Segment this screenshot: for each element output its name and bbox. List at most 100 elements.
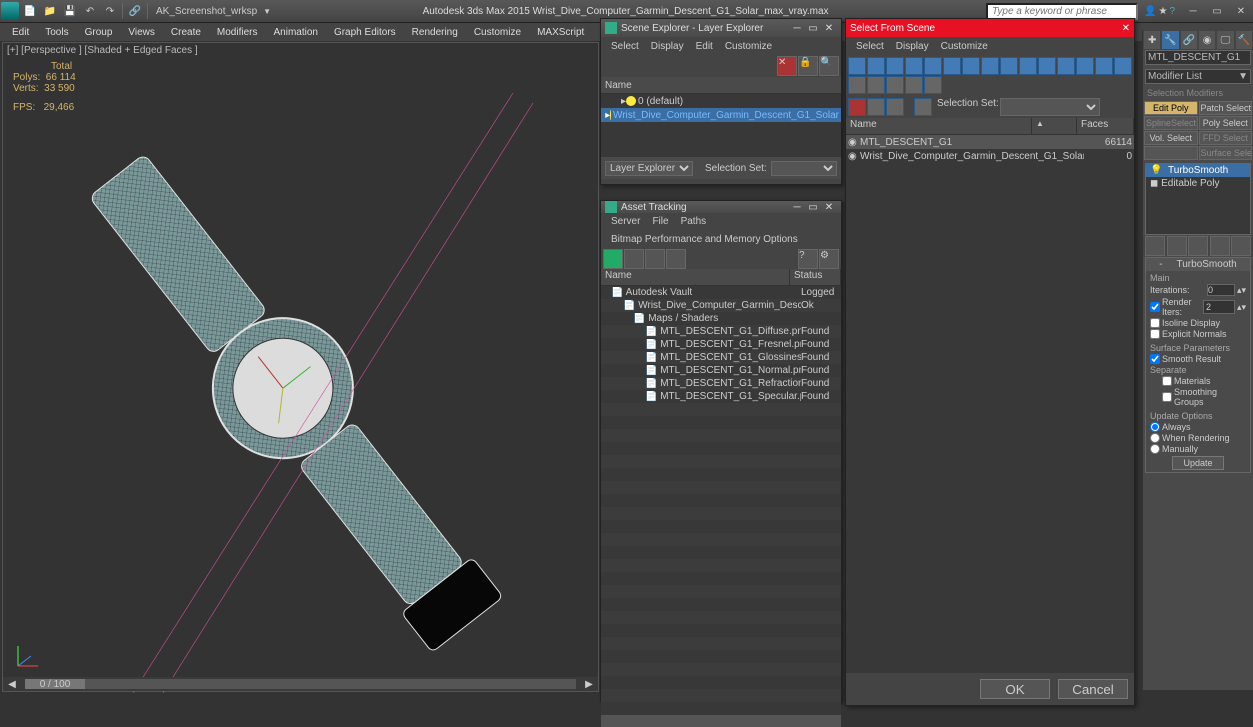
poly-select-button[interactable]: Poly Select (1199, 116, 1253, 130)
spline-select-button[interactable]: SplineSelect (1144, 116, 1198, 130)
asset-tracking-titlebar[interactable]: Asset Tracking ─ ▭ ✕ (601, 201, 841, 213)
asset-row[interactable]: 📄 MTL_DESCENT_G1_Fresnel.pngFound (601, 338, 841, 351)
filter-type-icon[interactable] (962, 57, 980, 75)
at-menu-item[interactable]: Paths (675, 213, 713, 231)
when-rendering-radio[interactable] (1150, 433, 1160, 443)
asset-row[interactable]: 📄 MTL_DESCENT_G1_Refraction.pngFound (601, 377, 841, 390)
view-mode-icon[interactable] (924, 76, 942, 94)
always-radio[interactable] (1150, 422, 1160, 432)
surface-select-button[interactable]: Surface Select (1199, 146, 1253, 160)
asset-table[interactable]: Name Status 📄 Autodesk VaultLogged📄 Wris… (601, 269, 841, 727)
open-icon[interactable]: 📁 (41, 2, 59, 20)
render-iters-checkbox[interactable] (1150, 302, 1160, 312)
sfs-menu-display[interactable]: Display (890, 39, 935, 54)
panel-min-icon[interactable]: ─ (789, 23, 805, 34)
create-tab-icon[interactable]: ✚ (1143, 30, 1161, 50)
ok-button[interactable]: OK (980, 679, 1050, 699)
minimize-button[interactable]: ─ (1181, 2, 1205, 20)
help-icon[interactable]: ? (798, 249, 818, 269)
cancel-button[interactable]: Cancel (1058, 679, 1128, 699)
col-faces[interactable]: Faces (1077, 118, 1134, 134)
close-icon[interactable]: ✕ (777, 56, 797, 76)
at-menu-item[interactable]: Server (605, 213, 646, 231)
redo-icon[interactable]: ↷ (101, 2, 119, 20)
workspace-dropdown[interactable]: AK_Screenshot_wrksp (150, 6, 263, 17)
menu-views[interactable]: Views (120, 25, 163, 40)
object-name-field[interactable]: MTL_DESCENT_G1 (1145, 50, 1251, 65)
select-from-scene-titlebar[interactable]: Select From Scene ✕ (846, 19, 1134, 37)
remove-icon[interactable] (1210, 236, 1230, 256)
selection-set-dropdown[interactable] (771, 161, 837, 176)
tree-header-name[interactable]: Name (601, 77, 841, 94)
smooth-result-checkbox[interactable] (1150, 354, 1160, 364)
filter-type-icon[interactable] (1019, 57, 1037, 75)
filter-type-icon[interactable] (1057, 57, 1075, 75)
vol-select-button[interactable]: Vol. Select (1144, 131, 1198, 145)
utilities-tab-icon[interactable]: 🔨 (1235, 30, 1253, 50)
se-menu-display[interactable]: Display (645, 39, 690, 54)
asset-row[interactable]: 📄 Maps / Shaders (601, 312, 841, 325)
filter-type-icon[interactable] (943, 57, 961, 75)
filter-type-icon[interactable] (1114, 57, 1132, 75)
ffd-select-button[interactable]: FFD Select (1199, 131, 1253, 145)
filter-type-icon[interactable] (924, 57, 942, 75)
object-list-row[interactable]: ◉Wrist_Dive_Computer_Garmin_Descent_G1_S… (846, 149, 1134, 163)
view-mode-icon[interactable] (867, 76, 885, 94)
display-tab-icon[interactable]: 🖵 (1216, 30, 1234, 50)
menu-maxscript[interactable]: MAXScript (529, 25, 592, 40)
panel-close-icon[interactable]: ✕ (821, 202, 837, 213)
rollout-title[interactable]: - TurboSmooth (1146, 258, 1250, 271)
col-name[interactable]: Name (601, 269, 790, 285)
materials-checkbox[interactable] (1162, 376, 1172, 386)
filter-type-icon[interactable] (1076, 57, 1094, 75)
isoline-checkbox[interactable] (1150, 318, 1160, 328)
explicit-checkbox[interactable] (1150, 329, 1160, 339)
menu-graph-editors[interactable]: Graph Editors (326, 25, 404, 40)
view-mode-icon[interactable] (848, 76, 866, 94)
view-mode-icon[interactable] (905, 76, 923, 94)
save-icon[interactable]: 💾 (61, 2, 79, 20)
panel-max-icon[interactable]: ▭ (805, 202, 821, 213)
menu-group[interactable]: Group (77, 25, 121, 40)
modifier-list-dropdown[interactable]: Modifier List▼ (1145, 69, 1251, 84)
scene-tree[interactable]: Name ▸0 (default)▸Wrist_Dive_Computer_Ga… (601, 77, 841, 157)
object-list[interactable]: ◉MTL_DESCENT_G166114◉Wrist_Dive_Computer… (846, 135, 1134, 673)
restore-button[interactable]: ▭ (1205, 2, 1229, 20)
sign-in-icon[interactable]: 👤 (1144, 6, 1156, 17)
col-name[interactable]: Name (846, 118, 1032, 134)
find-icon[interactable] (886, 98, 904, 116)
se-menu-select[interactable]: Select (605, 39, 645, 54)
filter-type-icon[interactable] (981, 57, 999, 75)
close-icon[interactable] (848, 98, 866, 116)
at-menu-item[interactable]: File (646, 213, 674, 231)
panel-close-icon[interactable]: ✕ (1122, 23, 1130, 34)
menu-customize[interactable]: Customize (466, 25, 529, 40)
panel-max-icon[interactable]: ▭ (805, 23, 821, 34)
undo-icon[interactable]: ↶ (81, 2, 99, 20)
search-icon[interactable]: 🔍 (819, 56, 839, 76)
sfs-menu-customize[interactable]: Customize (935, 39, 994, 54)
view1-icon[interactable] (624, 249, 644, 269)
filter-type-icon[interactable] (886, 57, 904, 75)
panel-close-icon[interactable]: ✕ (821, 23, 837, 34)
asset-row[interactable]: 📄 MTL_DESCENT_G1_Normal.pngFound (601, 364, 841, 377)
col-status[interactable]: Status (790, 269, 841, 285)
se-menu-edit[interactable]: Edit (690, 39, 719, 54)
selection-set-dropdown[interactable] (1000, 98, 1100, 116)
filter-type-icon[interactable] (867, 57, 885, 75)
asset-row[interactable]: 📄 Wrist_Dive_Computer_Garmin_Descent_G1_… (601, 299, 841, 312)
filter-type-icon[interactable] (1038, 57, 1056, 75)
scene-explorer-titlebar[interactable]: Scene Explorer - Layer Explorer ─ ▭ ✕ (601, 19, 841, 37)
manually-radio[interactable] (1150, 444, 1160, 454)
filter-type-icon[interactable] (1000, 57, 1018, 75)
menu-modifiers[interactable]: Modifiers (209, 25, 266, 40)
scene-tree-row[interactable]: ▸0 (default) (601, 94, 841, 108)
link-icon[interactable]: 🔗 (126, 2, 144, 20)
h-scrollbar[interactable] (601, 715, 841, 727)
time-slider[interactable]: ◀ 0 / 100 ▶ (3, 677, 598, 691)
object-list-row[interactable]: ◉MTL_DESCENT_G166114 (846, 135, 1134, 149)
show-result-icon[interactable] (1167, 236, 1187, 256)
help-icon[interactable]: ? (1169, 6, 1175, 17)
stack-editable-poly[interactable]: ◼ Editable Poly (1146, 177, 1250, 190)
render-iters-input[interactable] (1203, 300, 1235, 314)
